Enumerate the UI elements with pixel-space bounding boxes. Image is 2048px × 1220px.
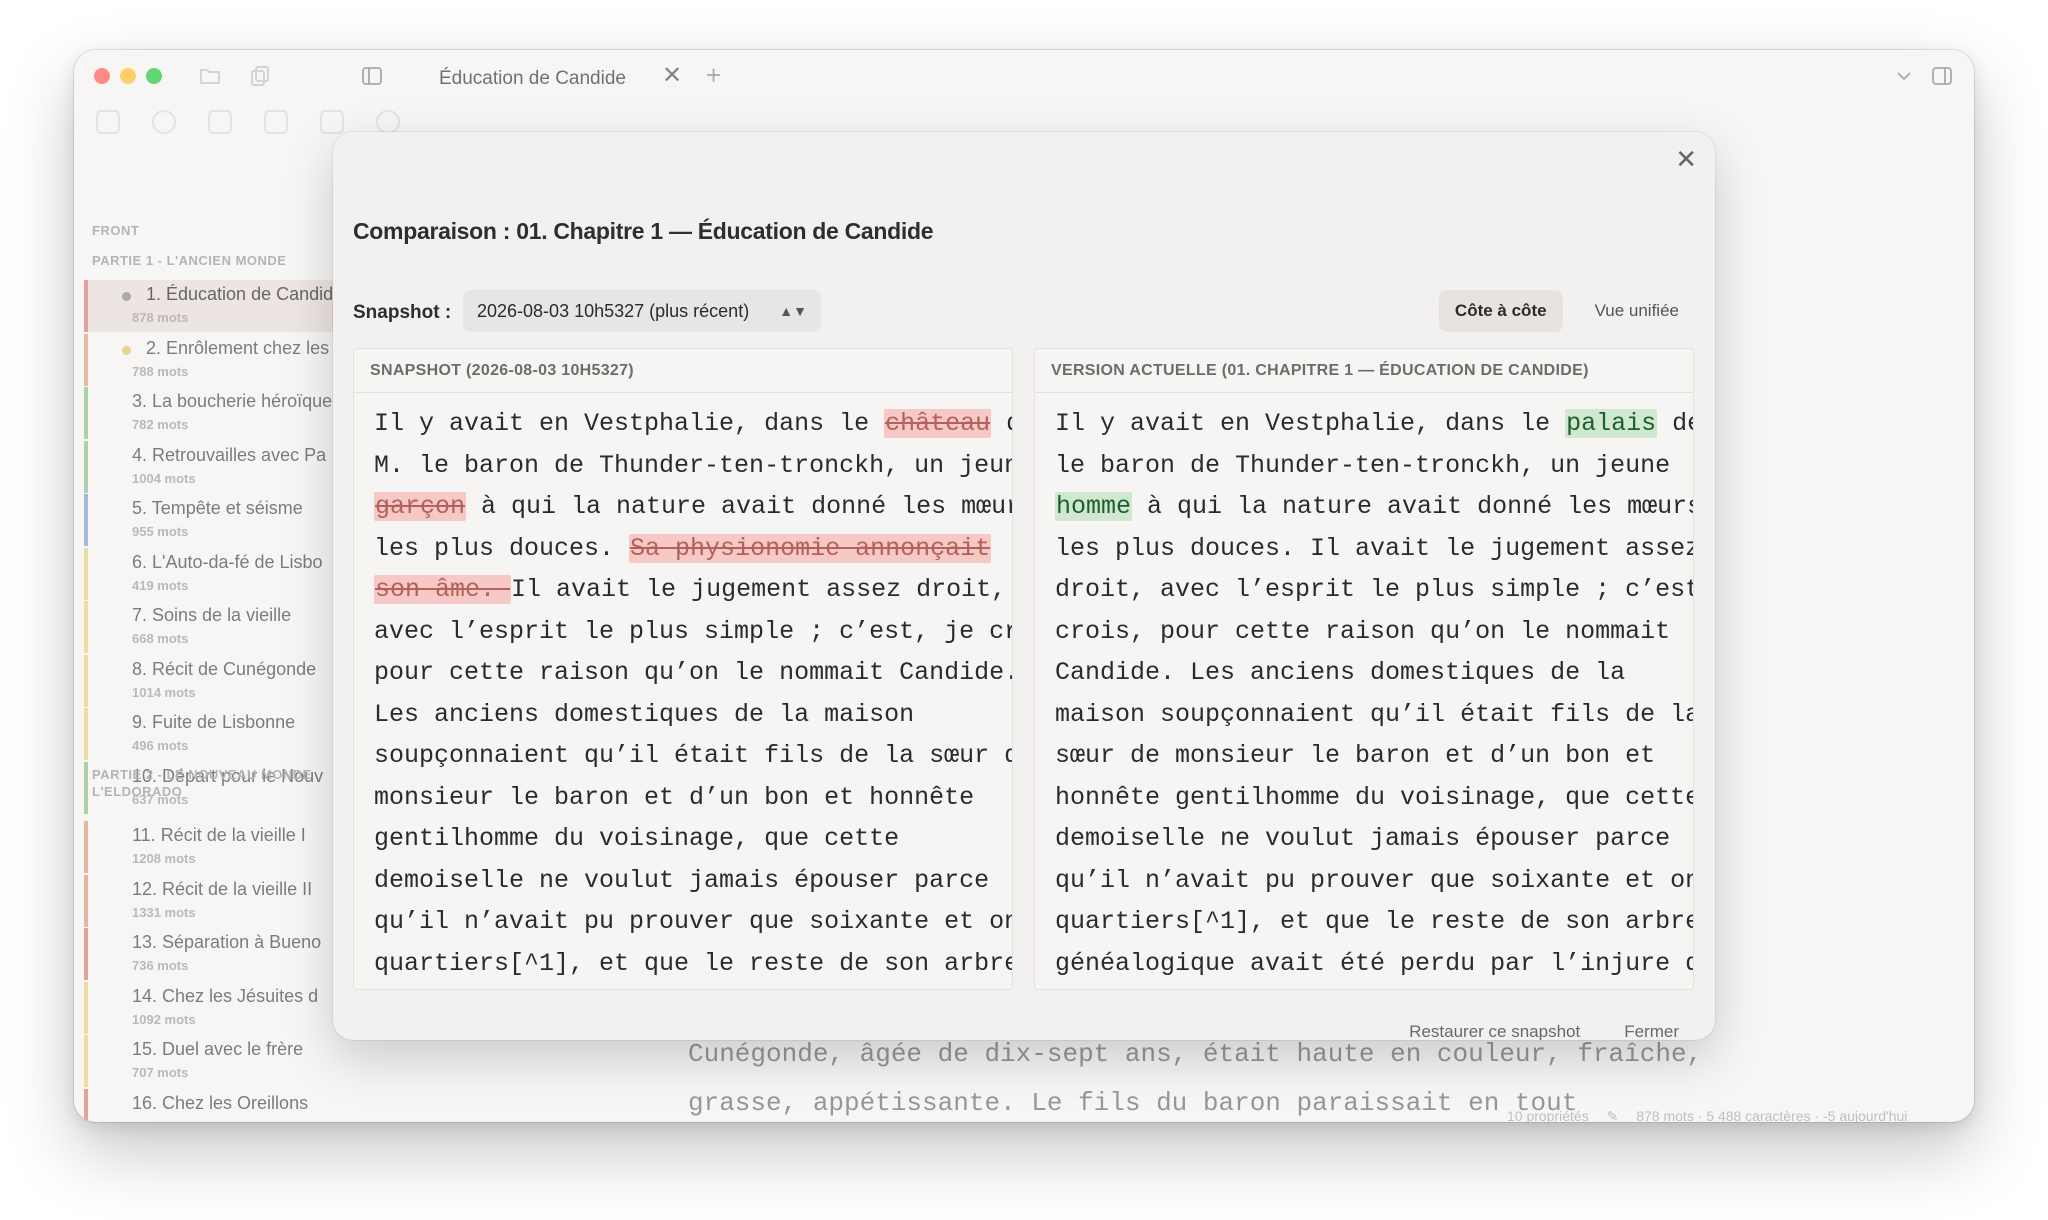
snapshot-select-value: 2026-08-03 10h5327 (plus récent) [477, 301, 750, 321]
deleted-text: son âme. [374, 575, 512, 604]
snapshot-compare-dialog: ✕ Comparaison : 01. Chapitre 1 — Éducati… [333, 132, 1715, 1040]
text-segment: Il y avait en Vestphalie, dans le [374, 409, 885, 438]
snapshot-label: Snapshot : [353, 302, 452, 323]
deleted-text: château [884, 409, 992, 438]
inserted-text: palais [1565, 409, 1658, 438]
current-text: Il y avait en Vestphalie, dans le palais… [1035, 393, 1693, 984]
text-segment: à qui la nature avait donné les mœurs le… [1055, 492, 1694, 978]
unified-view-button[interactable]: Vue unifiée [1579, 290, 1695, 332]
snapshot-select[interactable]: 2026-08-03 10h5327 (plus récent) ▲▼ [463, 290, 821, 332]
text-segment: Il avait le jugement assez droit, avec l… [374, 575, 1013, 978]
view-mode-toggle: Côte à côte Vue unifiée [1438, 290, 1695, 332]
deleted-text: garçon [374, 492, 467, 521]
close-dialog-button[interactable]: Fermer [1624, 1022, 1679, 1040]
snapshot-text: Il y avait en Vestphalie, dans le châtea… [354, 393, 1012, 984]
snapshot-pane: SNAPSHOT (2026-08-03 10H5327) Il y avait… [353, 348, 1013, 990]
dialog-footer: Restaurer ce snapshot Fermer [1409, 1022, 1679, 1040]
snapshot-pane-header: SNAPSHOT (2026-08-03 10H5327) [354, 349, 1012, 393]
inserted-text: homme [1055, 492, 1133, 521]
text-segment: Il y avait en Vestphalie, dans le [1055, 409, 1566, 438]
chevron-updown-icon: ▲▼ [779, 303, 807, 319]
restore-snapshot-button[interactable]: Restaurer ce snapshot [1409, 1022, 1580, 1040]
deleted-text: Sa physionomie annonçait [629, 533, 992, 563]
current-pane-header: VERSION ACTUELLE (01. CHAPITRE 1 — ÉDUCA… [1035, 349, 1693, 393]
current-version-pane: VERSION ACTUELLE (01. CHAPITRE 1 — ÉDUCA… [1034, 348, 1694, 990]
dialog-close-icon[interactable]: ✕ [1675, 146, 1697, 172]
side-by-side-button[interactable]: Côte à côte [1438, 290, 1563, 332]
dialog-title: Comparaison : 01. Chapitre 1 — Éducation… [353, 218, 934, 244]
